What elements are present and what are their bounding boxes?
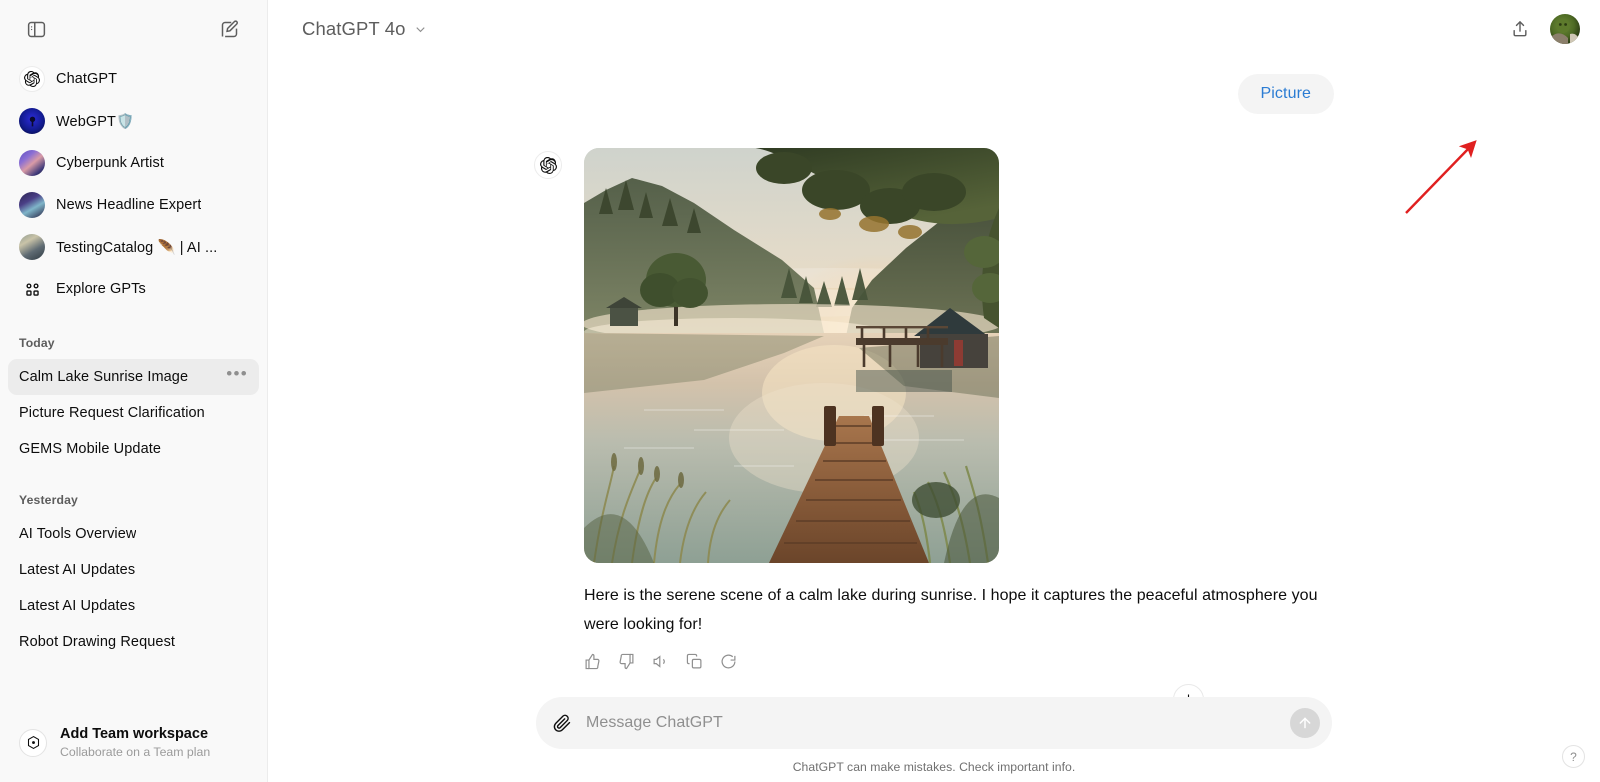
sidebar-item-news-headline-expert[interactable]: News Headline Expert <box>8 184 259 226</box>
assistant-turn: Here is the serene scene of a calm lake … <box>534 148 1334 670</box>
assistant-message-text: Here is the serene scene of a calm lake … <box>584 587 1318 633</box>
chat-group-title: Today <box>19 336 55 350</box>
sidebar-toggle-button[interactable] <box>20 13 52 45</box>
message-composer[interactable] <box>536 697 1332 749</box>
add-team-workspace-button[interactable]: Add Team workspace Collaborate on a Team… <box>8 718 259 768</box>
sidebar-item-chatgpt[interactable]: ChatGPT <box>8 58 259 100</box>
chat-history-item-latest-ai-updates-1[interactable]: Latest AI Updates <box>8 552 259 588</box>
composer-container: ChatGPT can make mistakes. Check importa… <box>268 697 1600 782</box>
disclaimer-text: ChatGPT can make mistakes. Check importa… <box>792 760 1076 774</box>
sidebar-item-webgpt[interactable]: WebGPT🛡️ <box>8 100 259 142</box>
sidebar-item-label: Cyberpunk Artist <box>56 155 164 171</box>
model-name-label: ChatGPT 4o <box>302 18 406 39</box>
team-workspace-subtitle: Collaborate on a Team plan <box>60 745 211 760</box>
chat-history-item-label: AI Tools Overview <box>19 526 137 542</box>
chat-history-item-latest-ai-updates-2[interactable]: Latest AI Updates <box>8 588 259 624</box>
chat-history-item-ai-tools-overview[interactable]: AI Tools Overview <box>8 516 259 552</box>
user-avatar[interactable] <box>1550 14 1580 44</box>
thumbs-down-icon[interactable] <box>618 653 635 670</box>
main-panel: ChatGPT 4o Picture Here is the serene sc… <box>268 0 1600 782</box>
message-input[interactable] <box>572 714 1290 732</box>
user-turn: Picture <box>534 74 1334 114</box>
team-workspace-text: Add Team workspace Collaborate on a Team… <box>60 725 210 761</box>
sidebar-item-label: ChatGPT <box>56 71 118 87</box>
sidebar-item-testingcatalog[interactable]: TestingCatalog 🪶 | AI ... <box>8 226 259 268</box>
sidebar-top-bar <box>0 0 267 58</box>
chat-history-item-label: Calm Lake Sunrise Image <box>19 369 189 385</box>
webgpt-avatar <box>19 108 45 134</box>
user-message-bubble[interactable]: Picture <box>1237 74 1334 114</box>
sidebar: ChatGPT WebGPT🛡️ Cyberpunk Artist News H… <box>0 0 268 782</box>
share-button[interactable] <box>1504 13 1536 45</box>
assistant-message-body: Here is the serene scene of a calm lake … <box>584 148 1334 670</box>
chat-group-yesterday: Yesterday AI Tools Overview Latest AI Up… <box>8 493 259 660</box>
testingcatalog-avatar <box>19 234 45 260</box>
send-button[interactable] <box>1290 708 1320 738</box>
paperclip-icon[interactable] <box>552 713 572 733</box>
model-selector-button[interactable]: ChatGPT 4o <box>294 12 438 46</box>
cyberpunk-artist-avatar <box>19 150 45 176</box>
sidebar-item-explore-gpts[interactable]: Explore GPTs <box>8 268 259 310</box>
chat-group-today: Today Calm Lake Sunrise Image ••• Pictur… <box>8 336 259 467</box>
chat-history-item-picture-request-clarification[interactable]: Picture Request Clarification <box>8 395 259 431</box>
openai-logo-icon <box>19 66 45 92</box>
sidebar-item-label: WebGPT🛡️ <box>56 113 135 130</box>
team-workspace-icon <box>19 728 47 757</box>
speaker-read-aloud-icon[interactable] <box>652 653 669 670</box>
team-workspace-title: Add Team workspace <box>60 725 209 742</box>
copy-icon[interactable] <box>686 653 703 670</box>
chat-history-item-calm-lake-sunrise-image[interactable]: Calm Lake Sunrise Image ••• <box>8 359 259 395</box>
sidebar-item-label: News Headline Expert <box>56 197 202 213</box>
sidebar-item-label: Explore GPTs <box>56 281 146 297</box>
regenerate-icon[interactable] <box>720 653 737 670</box>
top-bar: ChatGPT 4o <box>268 0 1600 58</box>
sidebar-item-cyberpunk-artist[interactable]: Cyberpunk Artist <box>8 142 259 184</box>
message-action-bar <box>584 653 1334 670</box>
sidebar-gpt-list: ChatGPT WebGPT🛡️ Cyberpunk Artist News H… <box>0 58 267 310</box>
assistant-avatar-openai-logo-icon <box>534 151 562 179</box>
new-chat-button[interactable] <box>213 13 245 45</box>
chat-history-item-label: Latest AI Updates <box>19 562 136 578</box>
sidebar-item-label: TestingCatalog 🪶 | AI ... <box>56 239 218 256</box>
chat-group-title: Yesterday <box>19 493 78 507</box>
chat-options-icon[interactable]: ••• <box>226 365 248 384</box>
message-thread: Picture Here is the serene scene of a ca… <box>534 58 1334 670</box>
chatgpt-app-window: ChatGPT WebGPT🛡️ Cyberpunk Artist News H… <box>0 0 1600 782</box>
explore-gpts-grid-icon <box>19 276 45 302</box>
chat-history-item-label: Picture Request Clarification <box>19 405 205 421</box>
chat-history-item-gems-mobile-update[interactable]: GEMS Mobile Update <box>8 431 259 467</box>
sidebar-footer: Add Team workspace Collaborate on a Team… <box>0 710 267 782</box>
help-button[interactable]: ? <box>1562 745 1585 768</box>
news-headline-expert-avatar <box>19 192 45 218</box>
chat-history-item-label: GEMS Mobile Update <box>19 441 162 457</box>
chat-history-list[interactable]: Today Calm Lake Sunrise Image ••• Pictur… <box>0 336 267 710</box>
chat-history-item-label: Latest AI Updates <box>19 598 136 614</box>
chat-history-item-label: Robot Drawing Request <box>19 634 176 650</box>
arrow-up-send-icon <box>1297 715 1313 731</box>
top-bar-actions <box>1504 13 1580 45</box>
chat-history-item-robot-drawing-request[interactable]: Robot Drawing Request <box>8 624 259 660</box>
conversation-area[interactable]: Picture Here is the serene scene of a ca… <box>268 58 1600 782</box>
generated-lake-sunrise-image[interactable] <box>584 148 999 563</box>
chevron-down-icon <box>413 22 428 37</box>
thumbs-up-icon[interactable] <box>584 653 601 670</box>
